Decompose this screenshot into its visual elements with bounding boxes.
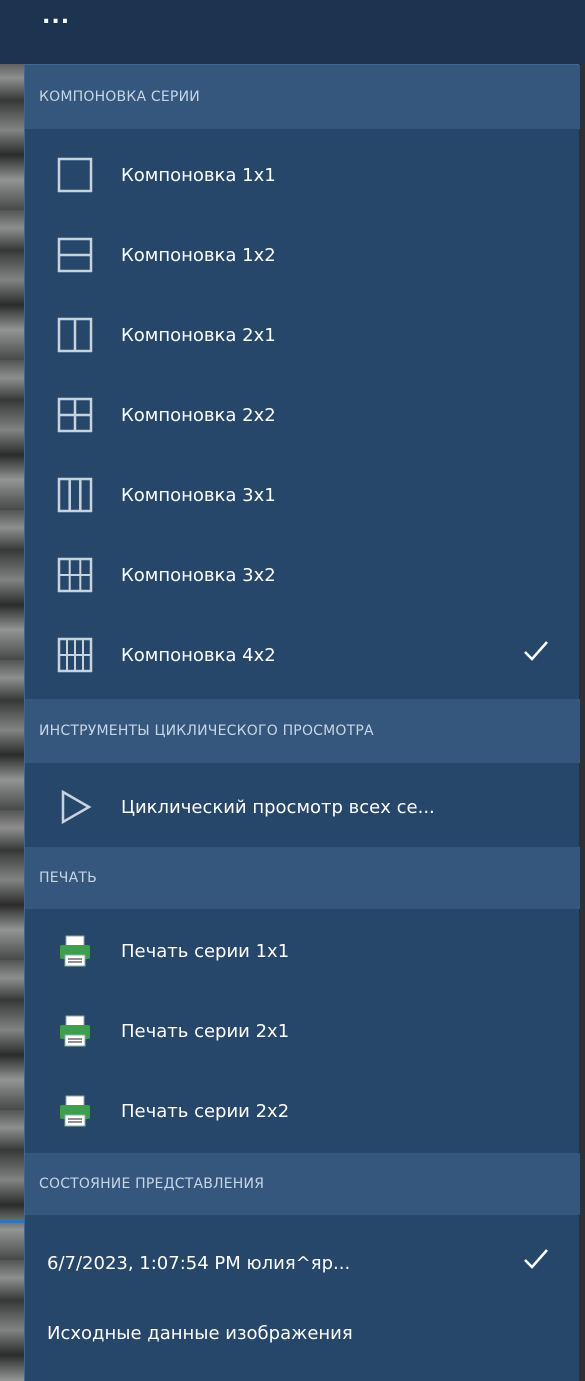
more-options-button[interactable]: ...	[42, 6, 70, 28]
section-header-layout: КОМПОНОВКА СЕРИИ	[25, 65, 580, 129]
section-header-print: ПЕЧАТЬ	[25, 847, 580, 909]
menu-item-label: Циклический просмотр всех се...	[121, 796, 435, 818]
menu-item-print-1x1[interactable]: Печать серии 1x1	[25, 911, 580, 991]
menu-item-label: Компоновка 3x2	[121, 564, 276, 586]
menu-item-label: Компоновка 4x2	[121, 644, 276, 666]
printer-icon	[55, 1013, 95, 1049]
menu-item-label: Компоновка 2x2	[121, 404, 276, 426]
checkmark-icon	[522, 637, 550, 665]
menu-item-view-state-saved[interactable]: 6/7/2023, 1:07:54 PM юлия^яр...	[25, 1223, 580, 1303]
menu-item-layout-2x1[interactable]: Компоновка 2x1	[25, 295, 580, 375]
layout-3x1-icon	[55, 477, 95, 513]
menu-item-layout-4x2[interactable]: Компоновка 4x2	[25, 615, 580, 695]
menu-item-label: Компоновка 3x1	[121, 484, 276, 506]
layout-1x2-icon	[55, 237, 95, 273]
viewport-divider	[0, 1220, 24, 1223]
checkmark-icon	[522, 1245, 550, 1273]
layout-1x1-icon	[55, 157, 95, 193]
viewer-root: ... КОМПОНОВКА СЕРИИ Компоновка 1x1 Комп…	[0, 0, 585, 1381]
menu-item-layout-1x1[interactable]: Компоновка 1x1	[25, 135, 580, 215]
menu-item-layout-2x2[interactable]: Компоновка 2x2	[25, 375, 580, 455]
layout-2x2-icon	[55, 397, 95, 433]
menu-item-label: Печать серии 2x2	[121, 1100, 290, 1122]
menu-item-label: 6/7/2023, 1:07:54 PM юлия^яр...	[47, 1252, 351, 1274]
menu-item-print-2x1[interactable]: Печать серии 2x1	[25, 991, 580, 1071]
printer-icon	[55, 933, 95, 969]
menu-item-label: Компоновка 1x1	[121, 164, 276, 186]
section-header-view-state: СОСТОЯНИЕ ПРЕДСТАВЛЕНИЯ	[25, 1153, 580, 1215]
menu-item-layout-1x2[interactable]: Компоновка 1x2	[25, 215, 580, 295]
layout-2x1-icon	[55, 317, 95, 353]
layout-4x2-icon	[55, 637, 95, 673]
image-viewport-background	[0, 60, 26, 1381]
menu-item-label: Исходные данные изображения	[47, 1322, 353, 1344]
play-icon	[55, 789, 95, 825]
menu-item-label: Печать серии 1x1	[121, 940, 290, 962]
section-header-cine: ИНСТРУМЕНТЫ ЦИКЛИЧЕСКОГО ПРОСМОТРА	[25, 699, 580, 763]
menu-item-print-2x2[interactable]: Печать серии 2x2	[25, 1071, 580, 1151]
menu-item-cine-all-series[interactable]: Циклический просмотр всех се...	[25, 767, 580, 847]
printer-icon	[55, 1093, 95, 1129]
menu-item-label: Компоновка 1x2	[121, 244, 276, 266]
menu-item-layout-3x2[interactable]: Компоновка 3x2	[25, 535, 580, 615]
layout-3x2-icon	[55, 557, 95, 593]
menu-item-label: Компоновка 2x1	[121, 324, 276, 346]
menu-item-label: Печать серии 2x1	[121, 1020, 290, 1042]
series-options-menu: КОМПОНОВКА СЕРИИ Компоновка 1x1 Компонов…	[24, 64, 580, 1381]
menu-item-original-image-data[interactable]: Исходные данные изображения	[25, 1293, 580, 1373]
menu-item-layout-3x1[interactable]: Компоновка 3x1	[25, 455, 580, 535]
top-toolbar: ...	[0, 0, 585, 64]
